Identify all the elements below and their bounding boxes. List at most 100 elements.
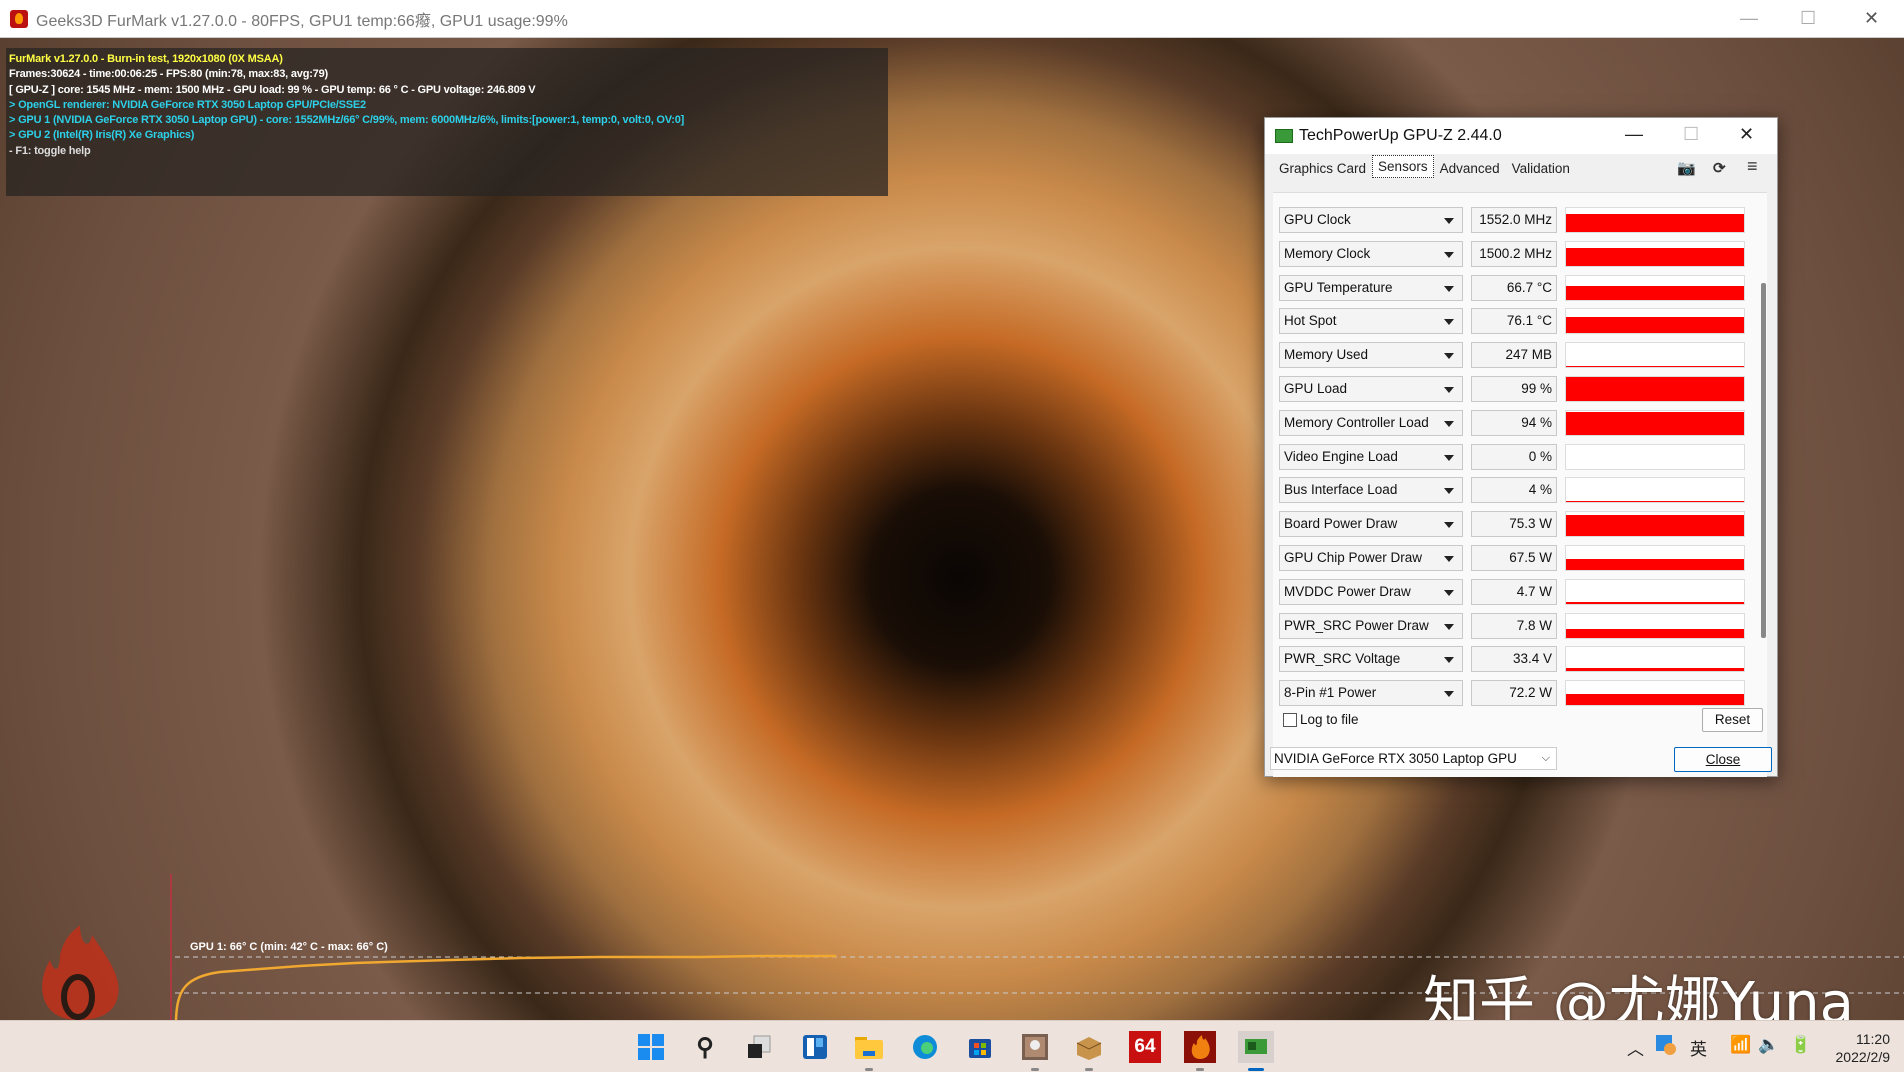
tab-validation[interactable]: Validation [1506,157,1576,180]
close-dialog-button[interactable]: Close [1674,747,1772,772]
ime-indicator[interactable]: 英 [1690,1035,1707,1060]
sensor-value: 1552.0 MHz [1471,207,1557,233]
sensor-value: 247 MB [1471,342,1557,369]
sensor-graph-fill [1566,377,1744,401]
sensor-name-dropdown[interactable]: GPU Temperature [1279,274,1463,301]
sensor-value: 4 % [1471,477,1557,504]
sensor-name: GPU Load [1284,381,1348,396]
sensor-name-dropdown[interactable]: Board Power Draw [1279,511,1463,538]
gpu-select-dropdown[interactable]: NVIDIA GeForce RTX 3050 Laptop GPU ⌵ [1270,747,1557,770]
sensor-name-dropdown[interactable]: GPU Clock [1279,207,1463,233]
sensor-name: Hot Spot [1284,313,1337,329]
sensor-name-dropdown[interactable]: Bus Interface Load [1279,477,1463,504]
overlay-line: > OpenGL renderer: NVIDIA GeForce RTX 30… [9,98,366,111]
sensor-name-dropdown[interactable]: Video Engine Load [1279,443,1463,470]
sensor-name: PWR_SRC Voltage [1284,651,1401,667]
tab-sensors[interactable]: Sensors [1372,155,1434,178]
log-to-file-label: Log to file [1300,712,1359,727]
minimize-button[interactable]: — [1740,8,1758,29]
sensor-name-dropdown[interactable]: GPU Chip Power Draw [1279,545,1463,571]
task-view-icon[interactable] [743,1031,775,1063]
refresh-icon[interactable]: ⟳ [1713,159,1726,177]
checkbox[interactable] [1283,712,1297,727]
sensor-value: 67.5 W [1471,545,1557,571]
sensor-row: Video Engine Load 0 % [1279,443,1749,472]
file-explorer-icon[interactable] [853,1031,885,1071]
menu-icon[interactable]: ≡ [1747,156,1758,177]
package-app-icon[interactable] [1073,1031,1105,1071]
sensor-graph-fill [1566,629,1744,638]
furmark-app-icon [10,9,28,28]
dropdown-arrow-icon [1444,556,1454,562]
window-title: Geeks3D FurMark v1.27.0.0 - 80FPS, GPU1 … [36,12,568,30]
sensor-name-dropdown[interactable]: 8-Pin #1 Power [1279,680,1463,707]
camera-icon[interactable]: 📷 [1677,159,1696,177]
sensor-value: 72.2 W [1471,680,1557,707]
furmark-info-overlay: FurMark v1.27.0.0 - Burn-in test, 1920x1… [6,48,888,196]
sensor-name: GPU Chip Power Draw [1284,550,1423,565]
gpuz-taskbar-icon[interactable] [1238,1031,1274,1071]
reset-button[interactable]: Reset [1702,708,1763,732]
sensor-name-dropdown[interactable]: Memory Used [1279,342,1463,369]
scrollbar[interactable] [1761,283,1766,638]
tab-advanced[interactable]: Advanced [1434,157,1506,180]
sensor-graph [1565,308,1745,335]
sensor-name-dropdown[interactable]: PWR_SRC Power Draw [1279,612,1463,639]
sensor-value: 99 % [1471,376,1557,402]
clock-date: 2022/2/9 [1835,1049,1891,1065]
gpuz-window: TechPowerUp GPU-Z 2.44.0 — ☐ ✕ Graphics … [1264,117,1778,777]
temperature-line [174,954,836,1020]
sensor-graph [1565,646,1745,673]
furmark-taskbar-icon[interactable] [1184,1031,1216,1071]
wifi-icon[interactable]: 📶 [1730,1035,1751,1055]
dropdown-arrow-icon [1444,218,1454,224]
search-icon[interactable]: ⚲ [689,1031,721,1063]
sensor-row: Memory Used 247 MB [1279,342,1749,370]
log-to-file-checkbox[interactable]: Log to file [1283,712,1359,727]
gpuz-title: TechPowerUp GPU-Z 2.44.0 [1299,127,1502,144]
widgets-icon[interactable] [799,1031,831,1063]
store-icon[interactable] [964,1031,996,1063]
overlay-line: > GPU 1 (NVIDIA GeForce RTX 3050 Laptop … [9,114,685,127]
battery-charging-icon[interactable]: 🔋 [1790,1035,1811,1055]
gpuz-maximize-button[interactable]: ☐ [1683,124,1699,145]
dropdown-arrow-icon [1444,387,1454,393]
system-clock[interactable]: 11:20 2022/2/9 [1836,1030,1891,1066]
sensor-name: Bus Interface Load [1284,482,1398,498]
sensor-graph-fill [1566,412,1744,435]
sensor-name-dropdown[interactable]: Hot Spot [1279,308,1463,335]
sensor-row: Memory Clock 1500.2 MHz [1279,240,1749,269]
sensor-name: Memory Used [1284,347,1369,363]
sensor-name: GPU Temperature [1284,279,1393,295]
sensor-graph [1565,207,1745,233]
dropdown-arrow-icon [1444,522,1454,529]
windows-start-icon[interactable] [635,1031,667,1063]
photo-app-icon[interactable] [1019,1031,1051,1071]
sensor-row: MVDDC Power Draw 4.7 W [1279,578,1749,607]
sensor-name-dropdown[interactable]: GPU Load [1279,376,1463,402]
sensor-name-dropdown[interactable]: MVDDC Power Draw [1279,578,1463,605]
sensor-row: Memory Controller Load 94 % [1279,409,1749,438]
overlay-line: > GPU 2 (Intel(R) Iris(R) Xe Graphics) [9,129,195,142]
show-hidden-icons-chevron-icon[interactable]: ︿ [1627,1035,1644,1060]
sensor-graph-fill [1566,500,1744,503]
sensor-name-dropdown[interactable]: Memory Controller Load [1279,409,1463,436]
tab-graphics-card[interactable]: Graphics Card [1273,157,1372,180]
tray-app-icon[interactable] [1656,1035,1676,1060]
sensor-value: 7.8 W [1471,612,1557,639]
edge-icon[interactable] [909,1031,941,1063]
sensor-name-dropdown[interactable]: Memory Clock [1279,240,1463,267]
gpuz-minimize-button[interactable]: — [1625,124,1643,145]
sensor-graph [1565,578,1745,605]
sensor-row: GPU Temperature 66.7 °C [1279,274,1749,303]
taskbar: ⚲ 64 ︿ 英 📶 🔈 🔋 11:20 2022/2/9 [0,1020,1904,1072]
sensor-value: 1500.2 MHz [1471,240,1557,267]
close-button[interactable]: ✕ [1864,8,1879,29]
sensor-graph [1565,240,1745,267]
aida64-icon[interactable]: 64 [1129,1031,1161,1063]
dropdown-arrow-icon [1444,488,1454,495]
maximize-button[interactable]: ☐ [1800,8,1816,29]
volume-icon[interactable]: 🔈 [1758,1035,1779,1055]
gpuz-close-button[interactable]: ✕ [1739,124,1754,145]
sensor-name-dropdown[interactable]: PWR_SRC Voltage [1279,646,1463,673]
